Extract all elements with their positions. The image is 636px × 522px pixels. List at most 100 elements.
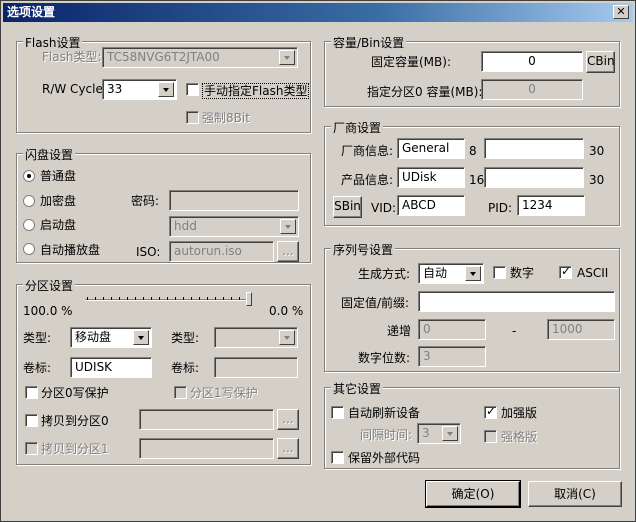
product-info-extra-field[interactable]: [484, 167, 584, 188]
enhanced-checkbox[interactable]: [484, 404, 497, 419]
iso-browse-button: ...: [277, 241, 299, 262]
product-info-label: 产品信息:: [341, 173, 394, 187]
chevron-down-icon: [442, 426, 458, 441]
serial-prefix-field[interactable]: [418, 291, 615, 312]
vendor-info-length: 8: [469, 144, 477, 158]
product-info-max: 30: [589, 173, 605, 187]
password-field: [169, 190, 299, 211]
copy-partition0-path: [139, 409, 274, 430]
slider-tick: [167, 297, 168, 300]
serial-prefix-label: 固定值/前缀:: [341, 296, 410, 310]
partition0-wp-checkbox[interactable]: [25, 386, 38, 399]
serial-digit-label: 数字: [510, 266, 535, 280]
keep-code-label: 保留外部代码: [348, 451, 421, 465]
radio-normal-disk[interactable]: [23, 170, 35, 182]
slider-tick: [151, 297, 152, 300]
iso-field: autorun.iso: [169, 241, 274, 262]
slider-tick: [87, 297, 88, 300]
cancel-button[interactable]: 取消(C): [528, 481, 622, 507]
copy-partition0-browse-button: ...: [277, 409, 299, 430]
slider-tick: [231, 297, 232, 300]
chevron-down-icon: [465, 266, 481, 281]
serial-digit-checkbox[interactable]: [493, 266, 506, 279]
partition0-label-label: 卷标:: [23, 361, 52, 375]
slider-tick: [191, 297, 192, 300]
pid-field[interactable]: 1234: [517, 195, 585, 216]
slider-tick: [95, 297, 96, 300]
force-8bit-label: 强制8Bit: [202, 111, 250, 125]
chevron-down-icon: [279, 50, 295, 65]
slider-tick: [239, 297, 240, 300]
vendor-info-field[interactable]: General: [397, 138, 465, 159]
password-label: 密码:: [131, 194, 160, 208]
partition0-type-select[interactable]: 移动盘: [70, 327, 152, 348]
radio-boot-disk[interactable]: [23, 219, 35, 231]
autoplay-disk-label: 自动播放盘: [40, 243, 101, 257]
sbin-button[interactable]: SBin: [333, 196, 362, 218]
copy-partition0-checkbox[interactable]: [25, 414, 38, 427]
chevron-down-icon: [158, 82, 174, 97]
auto-refresh-checkbox[interactable]: [331, 406, 344, 419]
rw-cycle-label: R/W Cycle:: [42, 82, 107, 96]
auto-refresh-label: 自动刷新设备: [348, 406, 421, 420]
normal-disk-label: 普通盘: [40, 169, 77, 183]
interval-label: 间隔时间:: [360, 428, 413, 442]
force-8bit-checkbox: [186, 111, 199, 124]
slider-tick: [143, 297, 144, 300]
serial-ascii-checkbox[interactable]: [559, 264, 572, 279]
slider-tick: [223, 297, 224, 300]
copy-partition1-path: [139, 438, 274, 459]
serial-increment-to: 1000: [547, 319, 615, 340]
serial-group-title: 序列号设置: [331, 241, 396, 258]
partition0-percent: 100.0 %: [23, 304, 73, 318]
copy-partition1-browse-button: ...: [277, 438, 299, 459]
serial-digits-field: 3: [418, 346, 486, 367]
vendor-info-extra-field[interactable]: [484, 138, 584, 159]
serial-mode-select[interactable]: 自动: [418, 263, 484, 284]
udisk-group-title: 闪盘设置: [23, 146, 76, 163]
vendor-info-max: 30: [589, 144, 605, 158]
boot-disk-label: 启动盘: [40, 218, 77, 232]
product-info-length: 16: [469, 173, 485, 187]
partition0-capacity-label: 指定分区0 容量(MB):: [367, 85, 483, 99]
vendor-group-title: 厂商设置: [331, 119, 384, 136]
rw-cycle-select[interactable]: 33: [102, 79, 177, 100]
chevron-down-icon: [133, 330, 149, 345]
fixed-capacity-field[interactable]: 0: [481, 51, 583, 72]
encrypted-disk-label: 加密盘: [40, 194, 77, 208]
serial-mode-label: 生成方式:: [358, 267, 411, 281]
partition-slider-thumb[interactable]: [246, 292, 252, 306]
interval-select: 3: [417, 423, 461, 444]
partition1-wp-label: 分区1写保护: [190, 386, 258, 400]
flash-group-title: Flash设置: [23, 34, 83, 51]
serial-increment-dash: -: [512, 324, 517, 338]
slider-tick: [111, 297, 112, 300]
partition1-type-label: 类型:: [171, 331, 200, 345]
serial-ascii-label: ASCII: [577, 266, 609, 280]
vid-field[interactable]: ABCD: [397, 195, 465, 216]
radio-autoplay-disk[interactable]: [23, 243, 35, 255]
window-title: 选项设置: [7, 5, 56, 19]
slider-tick: [119, 297, 120, 300]
slider-tick: [127, 297, 128, 300]
slider-tick: [135, 297, 136, 300]
keep-code-checkbox[interactable]: [331, 451, 344, 464]
cbin-button[interactable]: CBin: [586, 51, 615, 73]
slider-tick: [199, 297, 200, 300]
partition1-percent: 0.0 %: [269, 304, 304, 318]
slider-tick: [207, 297, 208, 300]
manual-flash-label[interactable]: 手动指定Flash类型: [202, 83, 310, 99]
product-info-field[interactable]: UDisk: [397, 167, 465, 188]
close-button[interactable]: ✕: [613, 5, 629, 19]
flash-type-label: Flash类型:: [42, 50, 102, 64]
pid-label: PID:: [488, 201, 513, 215]
partition1-type-select: [214, 327, 298, 348]
ok-button[interactable]: 确定(O): [425, 480, 521, 508]
partition-group-title: 分区设置: [23, 277, 76, 294]
copy-partition0-label: 拷贝到分区0: [41, 414, 109, 428]
radio-encrypted-disk[interactable]: [23, 195, 35, 207]
boot-type-select: hdd: [169, 216, 299, 237]
manual-flash-checkbox[interactable]: [186, 83, 199, 96]
slider-tick: [215, 297, 216, 300]
partition0-label-field[interactable]: UDISK: [70, 357, 152, 378]
